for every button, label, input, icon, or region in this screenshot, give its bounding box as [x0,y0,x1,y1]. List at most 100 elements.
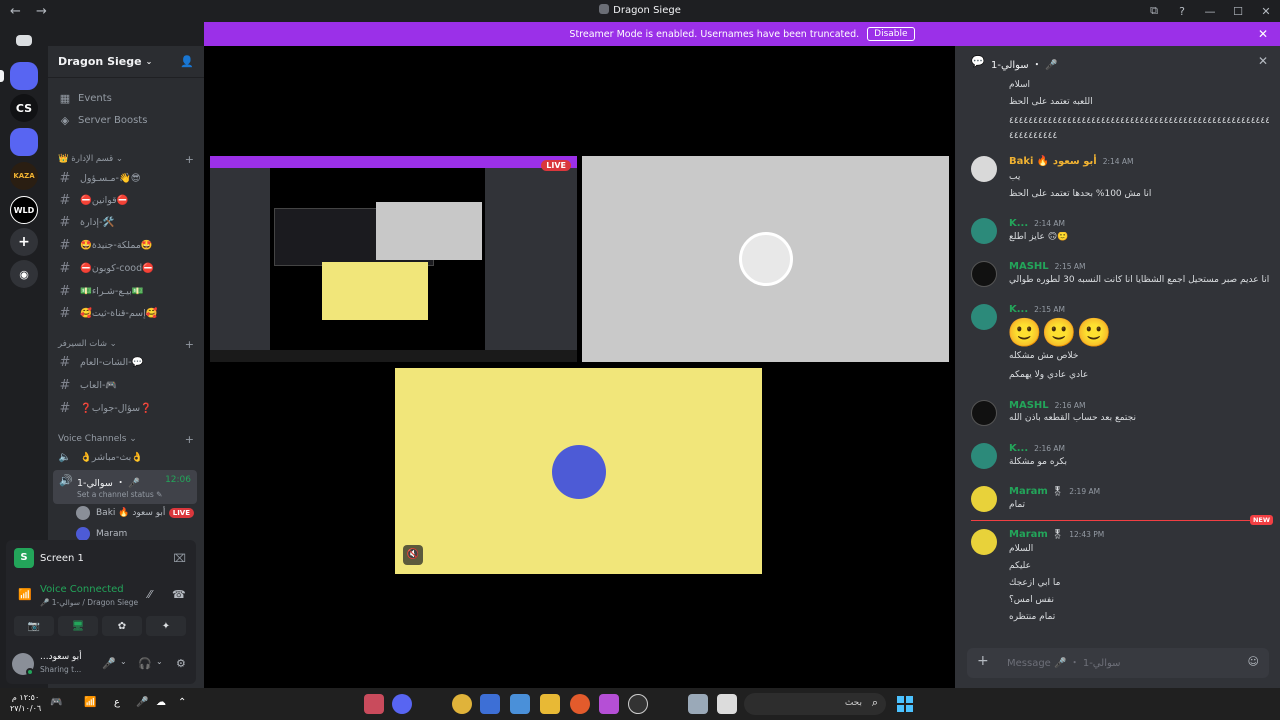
inbox-icon[interactable]: ⧉ [1140,4,1168,18]
author-name[interactable]: K... [1009,304,1028,315]
screen-share-tile[interactable]: LIVE [210,156,577,362]
maram-video-tile[interactable]: 🔇 [395,368,762,574]
hash-icon: # [59,400,71,416]
controller-icon[interactable]: 🎮 [50,697,62,708]
server-header[interactable]: Dragon Siege ⌄ 👤 [48,46,204,78]
active-voice-channel[interactable]: 🔊 سوالي-1 ・ 🎤 12:06 Set a channel status… [53,470,197,504]
stop-share-icon[interactable]: ⌧ [173,552,186,565]
add-channel-icon[interactable]: + [185,433,194,446]
activities-button[interactable]: ✿ [102,616,142,636]
server-cs[interactable]: CS [10,94,38,122]
category-chat[interactable]: شات السيرفر ⌄ + [58,338,196,351]
windows-start-icon[interactable] [897,696,913,712]
screen-share-button[interactable]: 🖥 [58,616,98,636]
disable-streamer-mode-button[interactable]: Disable [867,27,915,41]
channel-item[interactable]: # 🤩مملكة-جنيدة🤩 [56,235,196,255]
onedrive-icon[interactable]: ☁ [156,697,166,708]
user-video-tile[interactable] [582,156,949,362]
taskbar-app-icon[interactable] [599,694,619,714]
voice-location[interactable]: 🎤 سوالي-1 / Dragon Siege [40,598,138,607]
channel-item[interactable]: # إدارة-🛠️ [56,212,196,232]
author-name[interactable]: K... [1009,218,1028,229]
microphone-tray-icon[interactable]: 🎤 [136,697,148,708]
close-chat-icon[interactable]: ✕ [1258,54,1268,68]
server-folder-icon[interactable] [10,128,38,156]
taskbar-chrome-icon[interactable] [452,694,472,714]
taskbar-search[interactable]: بحث ⌕ [744,693,886,715]
taskbar-app-icon[interactable] [717,694,737,714]
discover-icon[interactable]: ◉ [10,260,38,288]
events-item[interactable]: ▦ Events [56,88,196,108]
author-name[interactable]: Maram [1009,486,1048,497]
add-channel-icon[interactable]: + [185,153,194,166]
gear-icon[interactable]: ⚙ [176,657,186,670]
screen-share-panel: S Screen 1 ⌧ [6,540,196,576]
taskbar-folder-icon[interactable] [540,694,560,714]
author-name[interactable]: Baki 🔥 أبو سعود [1009,156,1097,167]
channel-item[interactable]: # مـسـؤول-👋😎 [56,168,196,188]
home-discord-icon[interactable] [10,26,38,54]
channel-item[interactable]: # ⛔قوانين⛔ [56,190,196,210]
avatar [76,506,90,520]
disconnect-icon[interactable]: ☎ [172,588,186,601]
stream-preview-sidebar [210,168,270,362]
maximize-button[interactable]: ☐ [1224,5,1252,18]
activities-icon: ✿ [117,620,127,632]
channel-item[interactable]: # الشات-العام-💬 [56,352,196,372]
camera-button[interactable]: 📷 [14,616,54,636]
server-boosts-item[interactable]: ◈ Server Boosts [56,110,196,130]
voice-channel-item[interactable]: 🔈 👌بث-مباشر👌 [56,447,196,467]
avatar [971,400,997,426]
close-window-button[interactable]: ✕ [1252,5,1280,18]
noise-suppression-icon[interactable]: ⁄⁄ [148,588,152,601]
server-wld[interactable]: WLD [10,196,38,224]
voice-status[interactable]: Voice Connected [40,584,124,595]
server-dragon-siege[interactable] [10,62,38,90]
screen-share-icon: S [14,548,34,568]
channel-item[interactable]: # ❓سؤال-جواب❓ [56,398,196,418]
microphone-icon[interactable]: 🎤 [102,657,116,670]
channel-status[interactable]: Set a channel status ✎ [77,490,162,499]
headphones-icon[interactable]: 🎧 [138,657,152,670]
taskbar-app-icon[interactable] [688,694,708,714]
language-indicator[interactable]: ع [114,697,120,708]
taskbar-app-icon[interactable] [480,694,500,714]
message-input[interactable] [1007,654,1207,672]
emoji-picker-icon[interactable]: ☺ [1248,655,1259,668]
taskbar-app-icon[interactable] [364,694,384,714]
add-server-icon[interactable]: + [10,228,38,256]
window-controls: ⧉ ? — ☐ ✕ [1140,0,1280,22]
timestamp: 2:14 AM [1102,157,1134,166]
invite-people-icon[interactable]: 👤 [180,55,194,68]
category-label: شات السيرفر ⌄ [58,339,117,349]
help-icon[interactable]: ? [1168,5,1196,18]
author-name[interactable]: MASHL [1009,261,1049,272]
taskbar-discord-icon[interactable] [392,694,412,714]
system-clock[interactable]: ١٢:٥٠ م ٢٧/١٠/٠٦ [10,692,41,714]
close-banner-icon[interactable]: ✕ [1258,27,1268,41]
category-voice[interactable]: Voice Channels ⌄ + [58,433,196,446]
channel-item[interactable]: # العاب-🎮 [56,375,196,395]
minimize-button[interactable]: — [1196,5,1224,18]
soundboard-button[interactable]: ✦ [146,616,186,636]
user-panel: ...أبو سعود Sharing t... 🎤 ⌄ 🎧 ⌄ ⚙ [6,644,196,684]
voice-user[interactable]: Baki 🔥 أبو سعود LIVE [76,504,194,522]
taskbar-app-icon[interactable] [628,694,648,714]
category-admin[interactable]: 👑 قسم الإدارة ⌄ + [58,153,196,166]
author-name[interactable]: Maram [1009,529,1048,540]
wifi-icon[interactable]: 📶 [84,697,96,708]
chevron-down-icon[interactable]: ⌄ [120,657,127,666]
tray-chevron-icon[interactable]: ⌃ [178,697,186,708]
server-kaza[interactable]: KAZA [10,162,38,190]
taskbar-store-icon[interactable] [510,694,530,714]
chevron-down-icon[interactable]: ⌄ [156,657,163,666]
channel-item[interactable]: # 💵بيـع-شـراء💵 [56,281,196,301]
add-attachment-icon[interactable]: + [977,653,989,669]
author-name[interactable]: K... [1009,443,1028,454]
add-channel-icon[interactable]: + [185,338,194,351]
category-label: 👑 قسم الإدارة ⌄ [58,154,124,164]
channel-item[interactable]: # 🥰إسم-قناة-ثيت🥰 [56,303,196,323]
channel-item[interactable]: # ⛔كوبون-cood⛔ [56,258,196,278]
taskbar-app-icon[interactable] [570,694,590,714]
author-name[interactable]: MASHL [1009,400,1049,411]
